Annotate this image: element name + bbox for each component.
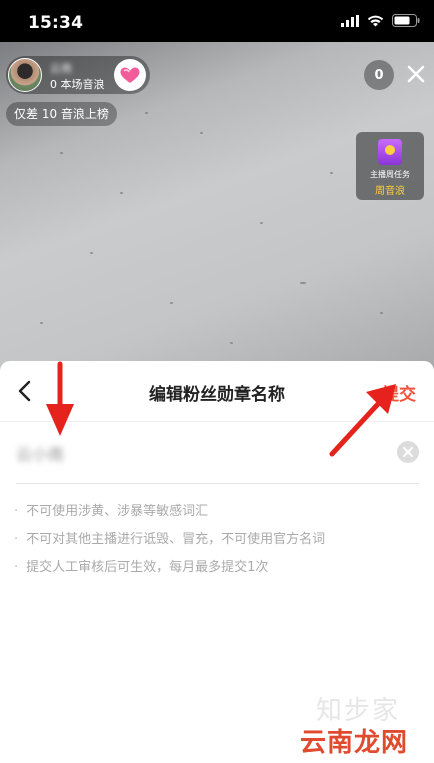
- sheet-title: 编辑粉丝勋章名称: [149, 385, 285, 405]
- host-sound-wave-count: 0 本场音浪: [50, 78, 105, 91]
- task-label: 主播周任务: [370, 170, 410, 179]
- battery-icon: [392, 14, 420, 27]
- follow-button[interactable]: [114, 59, 146, 91]
- close-icon: [407, 65, 425, 83]
- rule-text: 提交人工审核后可生效，每月最多提交1次: [26, 560, 269, 575]
- bullet: ·: [14, 504, 19, 519]
- rule-text: 不可对其他主播进行诋毁、冒充，不可使用官方名词: [26, 532, 326, 547]
- rule-item: · 不可使用涉黄、涉暴等敏感词汇: [14, 498, 414, 526]
- status-time: 15:34: [28, 13, 84, 33]
- viewer-count-badge[interactable]: 0: [364, 60, 394, 90]
- rule-item: · 不可对其他主播进行诋毁、冒充，不可使用官方名词: [14, 526, 414, 554]
- host-name: 云南: [50, 62, 72, 75]
- task-icon: [378, 139, 402, 165]
- task-sub-label: 周音浪: [375, 186, 405, 197]
- bullet: ·: [14, 532, 19, 547]
- sheet-header: 编辑粉丝勋章名称 提交: [0, 361, 434, 422]
- bullet: ·: [14, 560, 19, 575]
- submit-button[interactable]: 提交: [382, 380, 416, 405]
- clear-button[interactable]: [397, 441, 419, 463]
- screen: 15:34 云南 0 本场音浪 0 仅差 10 音浪上榜 主播周任务 周音浪 编…: [0, 0, 434, 763]
- heart-icon: [120, 67, 140, 83]
- rank-tip[interactable]: 仅差 10 音浪上榜: [6, 102, 117, 126]
- host-task-card[interactable]: 主播周任务 周音浪: [356, 132, 424, 200]
- live-stream-view: 云南 0 本场音浪 0 仅差 10 音浪上榜 主播周任务 周音浪: [0, 42, 434, 377]
- close-button[interactable]: [402, 60, 430, 88]
- status-icons: [341, 14, 420, 27]
- rule-text: 不可使用涉黄、涉暴等敏感词汇: [26, 504, 209, 519]
- avatar[interactable]: [8, 58, 42, 92]
- signal-icon: [341, 14, 359, 27]
- badge-name-value: 云小南: [16, 445, 65, 464]
- badge-name-input[interactable]: 云小南: [16, 421, 419, 484]
- clear-icon: [403, 447, 413, 457]
- wifi-icon: [367, 15, 384, 26]
- host-card[interactable]: 云南 0 本场音浪: [6, 56, 150, 94]
- rules-list: · 不可使用涉黄、涉暴等敏感词汇 · 不可对其他主播进行诋毁、冒充，不可使用官方…: [14, 498, 414, 582]
- watermark-logo: 云南龙网: [300, 728, 409, 758]
- rule-item: · 提交人工审核后可生效，每月最多提交1次: [14, 554, 414, 582]
- status-bar: 15:34: [0, 0, 434, 42]
